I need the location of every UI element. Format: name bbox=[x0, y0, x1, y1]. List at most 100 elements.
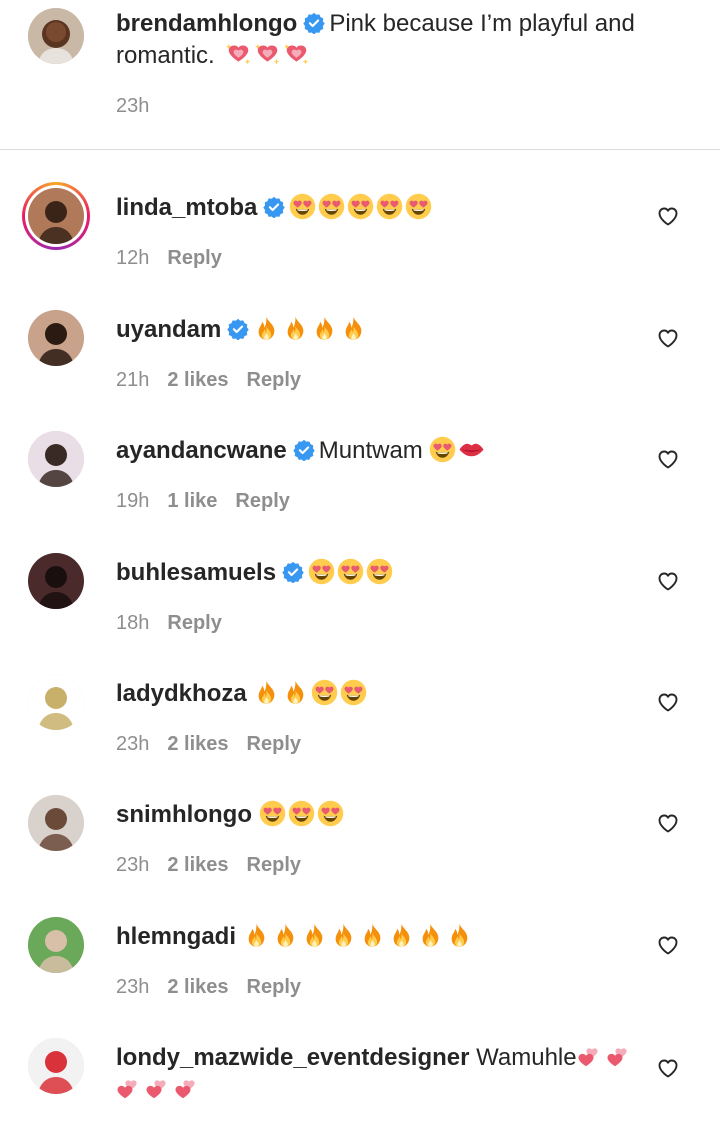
comment-row: londy_mazwide_eventdesigner Wamuhle bbox=[0, 1030, 720, 1140]
like-heart-icon[interactable] bbox=[656, 569, 680, 593]
avatar[interactable] bbox=[28, 1038, 84, 1094]
kiss-lips-icon bbox=[458, 436, 485, 463]
sparkling-heart-icon bbox=[225, 41, 252, 68]
two-hearts-icon bbox=[577, 1043, 604, 1070]
heart-eyes-icon bbox=[337, 558, 364, 585]
comment-text-line: uyandam bbox=[116, 314, 369, 345]
like-heart-icon[interactable] bbox=[656, 933, 680, 957]
comment-meta: 23h 2 likes Reply bbox=[116, 733, 319, 756]
reply-button[interactable]: Reply bbox=[247, 854, 301, 876]
like-heart-icon[interactable] bbox=[656, 447, 680, 471]
likes-count[interactable]: 2 likes bbox=[167, 976, 228, 998]
comment-text-line: ladydkhoza bbox=[116, 678, 369, 709]
heart-eyes-icon bbox=[340, 679, 367, 706]
username[interactable]: ayandancwane bbox=[116, 437, 287, 464]
reply-button[interactable]: Reply bbox=[167, 612, 221, 634]
avatar[interactable] bbox=[28, 188, 84, 244]
username[interactable]: buhlesamuels bbox=[116, 559, 276, 586]
comment-meta: 12h Reply bbox=[116, 247, 240, 270]
timestamp: 23h bbox=[116, 854, 150, 876]
username[interactable]: londy_mazwide_eventdesigner bbox=[116, 1044, 469, 1071]
fire-icon bbox=[301, 922, 328, 949]
avatar[interactable] bbox=[28, 310, 84, 366]
timestamp: 12h bbox=[116, 247, 150, 269]
likes-count[interactable]: 2 likes bbox=[167, 369, 228, 391]
username[interactable]: uyandam bbox=[116, 316, 221, 343]
likes-count[interactable]: 1 like bbox=[167, 490, 217, 512]
avatar[interactable] bbox=[28, 553, 84, 609]
comment-text-line: linda_mtoba bbox=[116, 192, 434, 223]
reply-button[interactable]: Reply bbox=[235, 490, 289, 512]
username[interactable]: ladydkhoza bbox=[116, 680, 247, 707]
heart-eyes-icon bbox=[311, 679, 338, 706]
comment-text: Muntwam bbox=[318, 437, 430, 464]
username[interactable]: linda_mtoba bbox=[116, 194, 257, 221]
sparkling-heart-icon bbox=[254, 41, 281, 68]
fire-icon bbox=[253, 315, 280, 342]
caption-line-2: romantic. bbox=[116, 40, 312, 71]
comment-text-line: buhlesamuels bbox=[116, 557, 395, 588]
heart-eyes-icon bbox=[318, 193, 345, 220]
timestamp: 23h bbox=[116, 976, 150, 998]
comment-meta: 23h 2 likes Reply bbox=[116, 854, 319, 877]
avatar[interactable] bbox=[28, 8, 84, 64]
verified-icon bbox=[303, 12, 325, 34]
username[interactable]: snimhlongo bbox=[116, 801, 252, 828]
fire-icon bbox=[417, 922, 444, 949]
avatar[interactable] bbox=[28, 795, 84, 851]
fire-icon bbox=[330, 922, 357, 949]
username[interactable]: hlemngadi bbox=[116, 923, 236, 950]
timestamp: 21h bbox=[116, 369, 150, 391]
comment-meta: 23h 2 likes Reply bbox=[116, 976, 319, 999]
avatar[interactable] bbox=[28, 917, 84, 973]
two-hearts-icon bbox=[145, 1075, 172, 1102]
verified-icon bbox=[293, 439, 315, 461]
heart-eyes-icon bbox=[259, 800, 286, 827]
like-heart-icon[interactable] bbox=[656, 204, 680, 228]
fire-icon bbox=[282, 679, 309, 706]
fire-icon bbox=[388, 922, 415, 949]
timestamp: 18h bbox=[116, 612, 150, 634]
reply-button[interactable]: Reply bbox=[247, 733, 301, 755]
comment-text-line-2 bbox=[116, 1074, 203, 1105]
caption-text: Pink because I’m playful and bbox=[329, 10, 635, 37]
like-heart-icon[interactable] bbox=[656, 811, 680, 835]
caption-meta: 23h bbox=[116, 95, 167, 118]
comment-text-line: londy_mazwide_eventdesigner Wamuhle bbox=[116, 1042, 635, 1073]
two-hearts-icon bbox=[116, 1075, 143, 1102]
likes-count[interactable]: 2 likes bbox=[167, 854, 228, 876]
fire-icon bbox=[340, 315, 367, 342]
comment-row: ayandancwane Muntwam 19h 1 like Reply bbox=[0, 423, 720, 533]
fire-icon bbox=[446, 922, 473, 949]
fire-icon bbox=[272, 922, 299, 949]
comment-row: hlemngadi 23h 2 likes Reply bbox=[0, 909, 720, 1019]
heart-eyes-icon bbox=[288, 800, 315, 827]
heart-eyes-icon bbox=[429, 436, 456, 463]
likes-count[interactable]: 2 likes bbox=[167, 733, 228, 755]
comment-row: ladydkhoza 23h 2 likes Reply bbox=[0, 666, 720, 776]
fire-icon bbox=[359, 922, 386, 949]
comment-text-line: snimhlongo bbox=[116, 799, 346, 830]
avatar[interactable] bbox=[28, 674, 84, 730]
like-heart-icon[interactable] bbox=[656, 690, 680, 714]
comment-row: buhlesamuels 18h Reply bbox=[0, 545, 720, 655]
username[interactable]: brendamhlongo bbox=[116, 10, 297, 37]
timestamp: 23h bbox=[116, 95, 150, 117]
fire-icon bbox=[243, 922, 270, 949]
like-heart-icon[interactable] bbox=[656, 1056, 680, 1080]
like-heart-icon[interactable] bbox=[656, 326, 680, 350]
reply-button[interactable]: Reply bbox=[247, 369, 301, 391]
comment-row: uyandam 21h 2 likes Reply bbox=[0, 302, 720, 412]
avatar[interactable] bbox=[28, 431, 84, 487]
heart-eyes-icon bbox=[347, 193, 374, 220]
caption-line-1: brendamhlongo Pink because I’m playful an… bbox=[116, 8, 635, 39]
verified-icon bbox=[282, 561, 304, 583]
timestamp: 23h bbox=[116, 733, 150, 755]
reply-button[interactable]: Reply bbox=[247, 976, 301, 998]
reply-button[interactable]: Reply bbox=[167, 247, 221, 269]
heart-eyes-icon bbox=[289, 193, 316, 220]
heart-eyes-icon bbox=[405, 193, 432, 220]
divider bbox=[0, 149, 720, 150]
fire-icon bbox=[282, 315, 309, 342]
fire-icon bbox=[253, 679, 280, 706]
